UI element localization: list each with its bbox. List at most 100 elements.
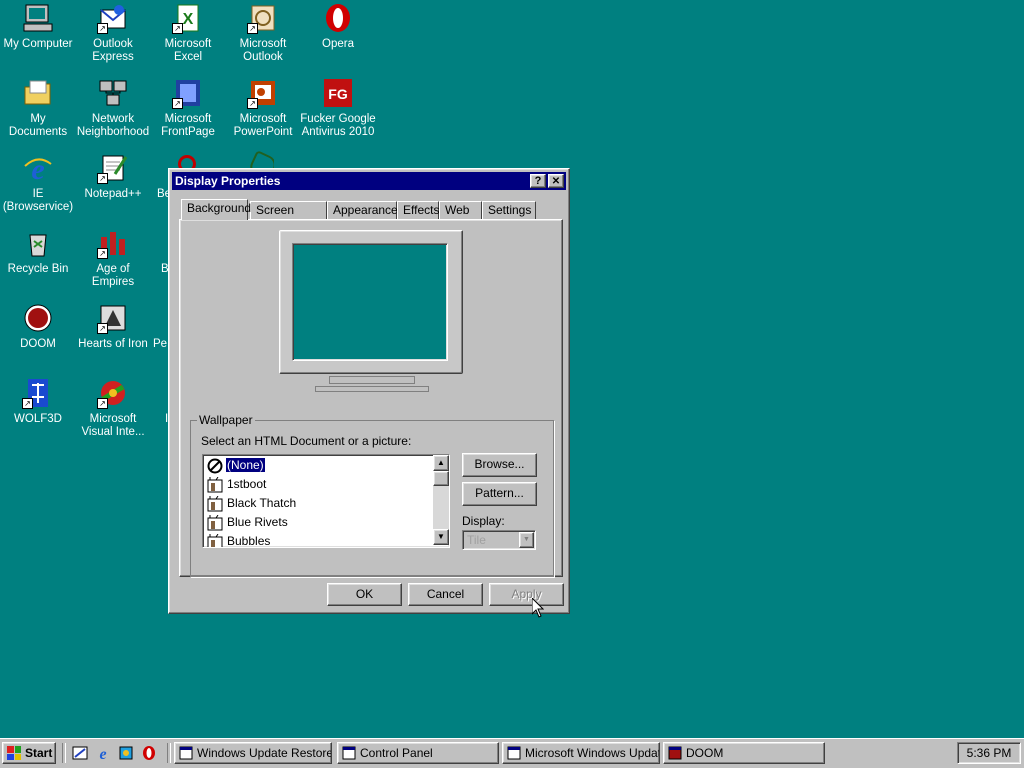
desktop-icon[interactable]: ↗ Outlook Express	[75, 2, 151, 64]
taskbar-button-label: Control Panel	[360, 746, 433, 760]
taskbar-button-label: Windows Update Restore...	[197, 746, 332, 760]
frontpage-icon: ↗	[172, 77, 204, 109]
wallpaper-list[interactable]: (None) 1stboot Black Thatch Blue Rivets Bubb…	[202, 454, 450, 548]
desktop-icon[interactable]: DOOM	[0, 302, 76, 351]
scroll-down-button[interactable]: ▼	[433, 529, 449, 545]
close-button[interactable]: ✕	[548, 174, 564, 188]
scroll-thumb[interactable]	[433, 471, 449, 486]
outlook-icon: ↗	[247, 2, 279, 34]
desktop-icon-label: WOLF3D	[14, 413, 62, 425]
wolf3d-icon: ↗	[22, 377, 54, 409]
desktop-icon[interactable]: Recycle Bin	[0, 227, 76, 276]
desktop-icon[interactable]: ↗ WOLF3D	[0, 377, 76, 426]
wallpaper-list-item[interactable]: Blue Rivets	[207, 513, 289, 532]
list-scrollbar[interactable]: ▲ ▼	[433, 455, 449, 545]
desktop-icon-label: Microsoft FrontPage	[161, 113, 215, 138]
show-desktop-icon[interactable]	[72, 745, 88, 761]
browse-button[interactable]: Browse...	[462, 453, 537, 477]
desktop-icon[interactable]: Network Neighborhood	[75, 77, 151, 139]
wallpaper-list-item[interactable]: Bubbles	[207, 532, 271, 548]
desktop-icon[interactable]: FG Fucker Google Antivirus 2010	[300, 77, 376, 139]
computer-icon	[22, 2, 54, 34]
age-of-empires-icon: ↗	[97, 227, 129, 259]
desktop-icon[interactable]: ↗ Microsoft Outlook	[225, 2, 301, 64]
desktop-icon[interactable]: ↗ Notepad++	[75, 152, 151, 201]
monitor-preview	[279, 230, 463, 392]
svg-text:X: X	[183, 11, 194, 28]
start-button[interactable]: Start	[2, 742, 56, 764]
cancel-button[interactable]: Cancel	[408, 583, 483, 606]
channels-icon[interactable]	[118, 745, 134, 761]
desktop-icon[interactable]: Opera	[300, 2, 376, 51]
control-panel-icon	[342, 746, 356, 760]
ie-icon[interactable]: e	[95, 745, 111, 763]
system-clock[interactable]: 5:36 PM	[957, 742, 1021, 764]
select-label: Select an HTML Document or a picture:	[201, 434, 412, 448]
wallpaper-list-item[interactable]: Black Thatch	[207, 494, 297, 513]
window-icon	[179, 746, 193, 760]
svg-text:e: e	[99, 746, 106, 761]
tab-screen-saver[interactable]: Screen Saver	[250, 201, 327, 234]
desktop-icon[interactable]: ↗ Microsoft FrontPage	[150, 77, 226, 139]
wallpaper-list-item[interactable]: (None)	[207, 456, 266, 475]
taskbar-divider	[167, 743, 171, 763]
desktop-icon[interactable]: X ↗ Microsoft Excel	[150, 2, 226, 64]
taskbar-button[interactable]: Microsoft Windows Updat...	[502, 742, 660, 764]
doom-icon	[668, 746, 682, 760]
wallpaper-list-item[interactable]: 1stboot	[207, 475, 267, 494]
desktop-icon[interactable]: e IE (Browservice)	[0, 152, 76, 214]
tab-effects[interactable]: Effects	[397, 201, 439, 219]
display-select[interactable]: Tile ▼	[462, 530, 536, 550]
tab-appearance[interactable]: Appearance	[327, 201, 398, 219]
desktop-icon[interactable]: ↗ Hearts of Iron	[75, 302, 151, 351]
windows-logo-icon	[7, 746, 21, 760]
chevron-down-icon[interactable]: ▼	[519, 532, 534, 548]
desktop-icon[interactable]: My Documents	[0, 77, 76, 139]
pattern-button[interactable]: Pattern...	[462, 482, 537, 506]
desktop-icon-label: Opera	[322, 38, 354, 50]
doom-icon	[22, 302, 54, 334]
svg-text:e: e	[31, 153, 44, 184]
visual-interdev-icon: ↗	[97, 377, 129, 409]
opera-icon[interactable]	[141, 745, 157, 761]
outlook-express-icon: ↗	[97, 2, 129, 34]
ok-button[interactable]: OK	[327, 583, 402, 606]
desktop-icon-label: Microsoft PowerPoint	[233, 113, 293, 138]
title-bar[interactable]: Display Properties ? ✕	[172, 172, 566, 190]
taskbar-button[interactable]: Windows Update Restore...	[174, 742, 332, 764]
none-icon	[207, 458, 223, 474]
desktop-icon[interactable]: My Computer	[0, 2, 76, 51]
tab-background[interactable]: Background	[181, 199, 251, 220]
desktop-icon-label: Microsoft Visual Inte...	[81, 413, 145, 438]
tab-web[interactable]: Web	[439, 201, 482, 219]
taskbar-divider	[62, 743, 66, 763]
scroll-up-button[interactable]: ▲	[433, 455, 449, 471]
start-label: Start	[25, 746, 53, 760]
paint-icon	[207, 514, 223, 531]
monitor-screen	[292, 243, 448, 361]
folder-icon	[22, 77, 54, 109]
desktop-icon-label: Notepad++	[84, 188, 142, 200]
taskbar-button[interactable]: DOOM	[663, 742, 825, 764]
display-select-value: Tile	[467, 533, 486, 547]
excel-icon: X ↗	[172, 2, 204, 34]
desktop-icon[interactable]: ↗ Age of Empires	[75, 227, 151, 289]
apply-button[interactable]: Apply	[489, 583, 564, 606]
partial-icon[interactable]	[248, 150, 274, 168]
mouse-cursor-icon	[532, 598, 544, 618]
wallpaper-name: Bubbles	[227, 534, 271, 548]
desktop-icon-label: Recycle Bin	[7, 263, 69, 275]
desktop-icon-label: Fucker Google Antivirus 2010	[300, 113, 376, 138]
tab-settings[interactable]: Settings	[482, 201, 536, 219]
desktop-icon[interactable]: ↗ Microsoft Visual Inte...	[75, 377, 151, 439]
taskbar-button[interactable]: Control Panel	[337, 742, 499, 764]
hearts-of-iron-icon: ↗	[97, 302, 129, 334]
partial-icon[interactable]	[176, 155, 198, 168]
help-button[interactable]: ?	[530, 174, 546, 188]
clipped-label: Pe	[153, 338, 168, 350]
wallpaper-name: Blue Rivets	[227, 515, 288, 530]
desktop-icon[interactable]: ↗ Microsoft PowerPoint	[225, 77, 301, 139]
desktop-icon-label: Outlook Express	[92, 38, 134, 63]
display-label: Display:	[462, 514, 505, 528]
antivirus-icon: FG	[322, 77, 354, 109]
